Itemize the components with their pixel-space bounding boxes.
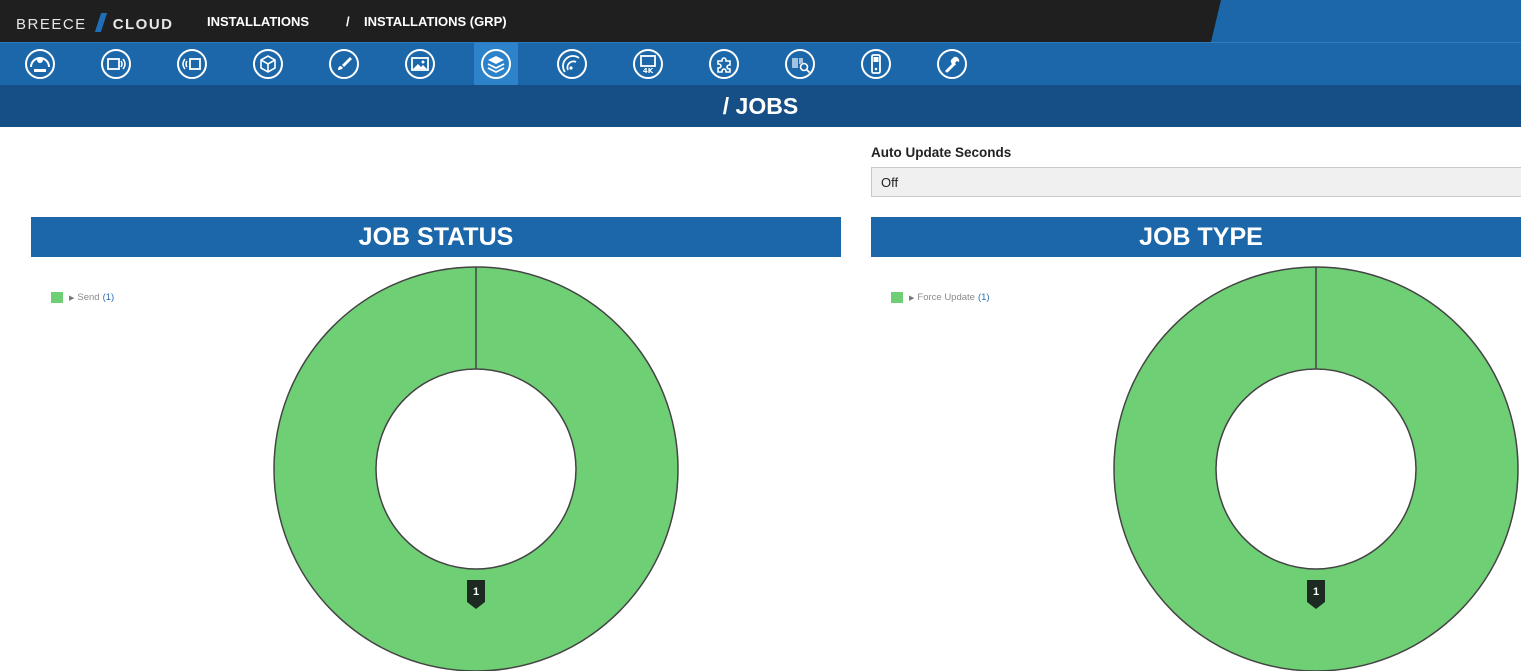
display-icon[interactable]: [94, 43, 138, 85]
auto-update-select[interactable]: Off: [871, 167, 1521, 197]
header-accent: [1211, 0, 1521, 42]
images-icon[interactable]: [398, 43, 442, 85]
icon-toolbar: 4K: [0, 42, 1521, 85]
auto-update-label: Auto Update Seconds: [871, 145, 1012, 160]
dashboard-icon[interactable]: [18, 43, 62, 85]
brand-left: BREECE: [16, 16, 87, 33]
phone-icon[interactable]: [854, 43, 898, 85]
legend-label: Send: [77, 292, 100, 303]
legend-count: (1): [102, 292, 115, 303]
slice-data-label: 1: [473, 586, 479, 598]
4k-monitor-icon[interactable]: 4K: [626, 43, 670, 85]
layers-icon[interactable]: [474, 43, 518, 85]
paint-brush-icon[interactable]: [322, 43, 366, 85]
job-status-header: JOB STATUS: [31, 217, 841, 257]
wrench-icon[interactable]: [930, 43, 974, 85]
brand-slash: [94, 13, 107, 32]
slice-data-label: 1: [1313, 586, 1319, 598]
legend-arrow-icon: ▶: [909, 294, 915, 302]
legend-label: Force Update: [917, 292, 975, 303]
page-title: / JOBS: [722, 93, 799, 119]
job-type-header: JOB TYPE: [871, 217, 1521, 257]
breadcrumb-installations[interactable]: INSTALLATIONS: [207, 14, 309, 29]
box-icon[interactable]: [246, 43, 290, 85]
brand-logo[interactable]: BREECE CLOUD: [16, 13, 174, 33]
legend-arrow-icon: ▶: [69, 294, 75, 302]
breadcrumb-installations-grp[interactable]: / INSTALLATIONS (GRP): [346, 14, 507, 29]
legend-swatch: [51, 292, 63, 303]
legend-swatch: [891, 292, 903, 303]
barcode-search-icon[interactable]: [778, 43, 822, 85]
job-type-legend[interactable]: ▶ Force Update (1): [891, 292, 990, 303]
job-status-legend[interactable]: ▶ Send (1): [51, 292, 114, 303]
puzzle-icon[interactable]: [702, 43, 746, 85]
svg-text:4K: 4K: [643, 67, 654, 75]
job-status-donut-chart: 1: [273, 266, 679, 671]
legend-count: (1): [977, 292, 990, 303]
job-type-donut-chart: 1: [1113, 266, 1519, 671]
top-header: BREECE CLOUD INSTALLATIONS / INSTALLATION…: [0, 0, 1521, 42]
brand-right: CLOUD: [112, 16, 174, 33]
signal-icon[interactable]: [170, 43, 214, 85]
page-title-bar: / JOBS: [0, 85, 1521, 127]
radar-icon[interactable]: [550, 43, 594, 85]
